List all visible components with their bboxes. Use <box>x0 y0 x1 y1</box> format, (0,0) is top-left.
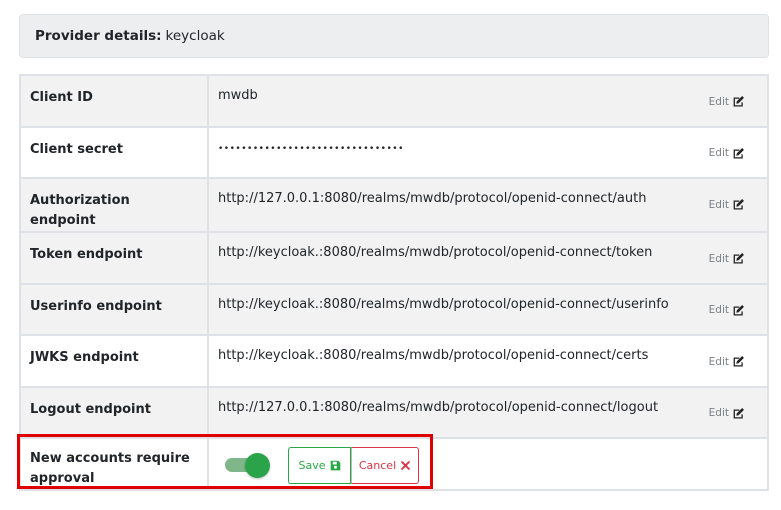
approval-button-group: Save Cancel <box>288 447 419 484</box>
edit-icon <box>733 96 744 107</box>
row-new-accounts-approval: New accounts require approval Save Cance… <box>19 437 769 491</box>
edit-client-id-button[interactable]: Edit <box>709 95 745 108</box>
row-userinfo-endpoint: Userinfo endpoint http://keycloak.:8080/… <box>19 282 769 336</box>
row-value: mwdb <box>218 88 258 103</box>
row-token-endpoint: Token endpoint http://keycloak.:8080/rea… <box>19 231 769 285</box>
edit-token-endpoint-button[interactable]: Edit <box>709 252 745 265</box>
row-value: http://keycloak.:8080/realms/mwdb/protoc… <box>218 245 653 260</box>
row-jwks-endpoint: JWKS endpoint http://keycloak.:8080/real… <box>19 334 769 388</box>
edit-client-secret-button[interactable]: Edit <box>709 147 745 160</box>
edit-icon <box>733 356 744 367</box>
row-value: http://127.0.0.1:8080/realms/mwdb/protoc… <box>218 399 659 415</box>
edit-label: Edit <box>708 252 729 265</box>
edit-icon <box>733 304 744 316</box>
save-label: Save <box>298 459 326 472</box>
row-value: http://127.0.0.1:8080/realms/mwdb/protoc… <box>218 191 647 206</box>
row-value-cell: Save Cancel <box>207 437 769 491</box>
row-value-cell: http://keycloak.:8080/realms/mwdb/protoc… <box>207 334 769 388</box>
edit-icon <box>733 199 744 210</box>
edit-userinfo-endpoint-button[interactable]: Edit <box>709 304 745 317</box>
close-icon <box>401 461 410 470</box>
cancel-label: Cancel <box>358 459 397 472</box>
edit-label: Edit <box>708 355 729 368</box>
approval-toggle[interactable] <box>225 453 271 478</box>
save-button[interactable]: Save <box>288 447 351 484</box>
edit-icon <box>733 147 744 159</box>
row-value-cell: http://127.0.0.1:8080/realms/mwdb/protoc… <box>207 177 769 233</box>
provider-details-label: Provider details: <box>35 28 162 44</box>
provider-details-header: Provider details: keycloak <box>19 14 769 58</box>
row-key: Client secret <box>19 125 209 179</box>
provider-settings-table: Client ID mwdb Edit Client secret ••••••… <box>19 74 769 491</box>
toggle-knob <box>245 453 270 478</box>
row-value-cell: •••••••••••••••••••••••••••••••• Edit <box>207 125 769 179</box>
edit-icon <box>733 253 744 264</box>
row-key: JWKS endpoint <box>19 334 209 388</box>
row-value-cell: http://keycloak.:8080/realms/mwdb/protoc… <box>207 231 769 285</box>
row-value: http://keycloak.:8080/realms/mwdb/protoc… <box>218 348 649 363</box>
edit-label: Edit <box>708 198 729 211</box>
row-value: •••••••••••••••••••••••••••••••• <box>218 143 404 154</box>
row-key: New accounts require approval <box>19 437 209 491</box>
row-key: Client ID <box>19 74 209 128</box>
cancel-button[interactable]: Cancel <box>351 447 419 484</box>
row-key: Token endpoint <box>19 231 209 285</box>
row-value-cell: http://keycloak.:8080/realms/mwdb/protoc… <box>207 282 769 336</box>
edit-logout-endpoint-button[interactable]: Edit <box>709 407 745 420</box>
row-client-secret: Client secret ••••••••••••••••••••••••••… <box>19 125 769 179</box>
edit-jwks-endpoint-button[interactable]: Edit <box>709 355 745 368</box>
row-key: Logout endpoint <box>19 385 209 439</box>
edit-label: Edit <box>708 147 729 159</box>
floppy-disk-icon <box>330 460 340 471</box>
edit-label: Edit <box>708 304 729 316</box>
edit-icon <box>733 407 744 419</box>
row-authorization-endpoint: Authorization endpoint http://127.0.0.1:… <box>19 177 769 233</box>
row-key: Userinfo endpoint <box>19 282 209 336</box>
row-value-cell: http://127.0.0.1:8080/realms/mwdb/protoc… <box>207 385 769 439</box>
approval-label-line1: New accounts require <box>30 451 190 466</box>
row-client-id: Client ID mwdb Edit <box>19 74 769 128</box>
row-logout-endpoint: Logout endpoint http://127.0.0.1:8080/re… <box>19 385 769 439</box>
row-value: http://keycloak.:8080/realms/mwdb/protoc… <box>218 296 669 312</box>
edit-authorization-endpoint-button[interactable]: Edit <box>709 198 745 211</box>
approval-label-line2: approval <box>30 471 95 486</box>
row-key: Authorization endpoint <box>19 177 209 233</box>
edit-label: Edit <box>708 407 729 419</box>
edit-label: Edit <box>708 95 729 108</box>
provider-name: keycloak <box>165 28 225 44</box>
row-value-cell: mwdb Edit <box>207 74 769 128</box>
